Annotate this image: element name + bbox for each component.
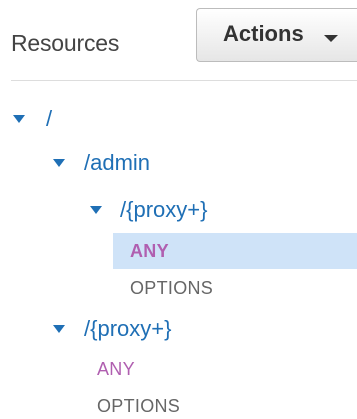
expand-toggle-icon[interactable] xyxy=(90,206,102,214)
method-label-options: OPTIONS xyxy=(97,396,181,416)
resource-path-root[interactable]: / xyxy=(46,106,52,132)
header-divider xyxy=(11,80,357,81)
expand-toggle-icon[interactable] xyxy=(13,115,25,123)
tree-node-root[interactable]: / xyxy=(0,104,357,138)
tree-node-root-proxy[interactable]: /{proxy+} xyxy=(0,314,357,348)
tree-node-admin-proxy[interactable]: /{proxy+} xyxy=(0,195,357,229)
expand-toggle-icon[interactable] xyxy=(53,159,65,167)
method-row-root-proxy-any[interactable]: ANY xyxy=(80,355,357,387)
caret-down-icon xyxy=(324,35,338,42)
resources-header: Resources Actions xyxy=(0,0,357,76)
resource-path-admin-proxy[interactable]: /{proxy+} xyxy=(120,197,207,223)
tree-node-admin[interactable]: /admin xyxy=(0,148,357,182)
resource-path-admin[interactable]: /admin xyxy=(84,150,150,176)
resource-path-root-proxy[interactable]: /{proxy+} xyxy=(84,316,171,342)
actions-button-label: Actions xyxy=(223,21,304,46)
method-label-options: OPTIONS xyxy=(130,278,214,298)
resources-panel: Resources Actions / /admin /{proxy+} ANY… xyxy=(0,0,357,419)
method-row-admin-proxy-options[interactable]: OPTIONS xyxy=(113,272,357,306)
method-label-any: ANY xyxy=(130,241,169,261)
method-row-root-proxy-options[interactable]: OPTIONS xyxy=(80,392,357,419)
panel-title: Resources xyxy=(11,30,120,56)
expand-toggle-icon[interactable] xyxy=(53,325,65,333)
method-row-admin-proxy-any[interactable]: ANY xyxy=(113,233,357,269)
method-label-any: ANY xyxy=(97,359,135,379)
actions-button[interactable]: Actions xyxy=(196,8,357,62)
